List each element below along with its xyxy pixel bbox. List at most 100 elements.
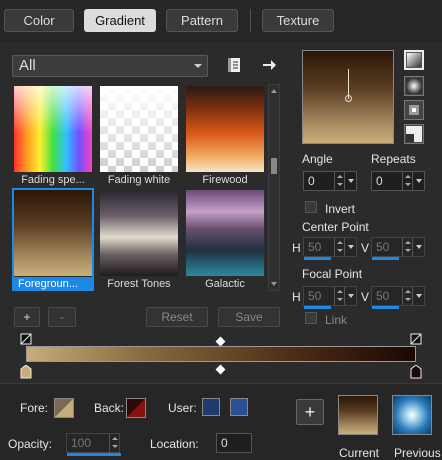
angle-field[interactable]: 0 <box>303 171 357 191</box>
gradient-preview[interactable] <box>302 50 394 144</box>
book-icon[interactable] <box>226 57 242 73</box>
user-color-swatch-2[interactable] <box>230 398 248 416</box>
opacity-stop-end[interactable] <box>410 333 422 345</box>
linear-style-button[interactable] <box>404 50 424 70</box>
gradient-tile-forest-tones[interactable]: Forest Tones <box>98 188 180 291</box>
gradient-tile-foreground-background[interactable]: Foregroun... <box>12 188 94 291</box>
remove-gradient-button[interactable]: - <box>48 307 76 327</box>
stepper-icon[interactable] <box>402 238 412 256</box>
gradient-swatch <box>14 190 92 276</box>
gradient-swatch <box>100 86 178 172</box>
save-button[interactable]: Save <box>218 307 280 327</box>
chevron-down-icon[interactable] <box>412 287 424 305</box>
gradient-label: Galactic <box>205 278 245 290</box>
stepper-icon[interactable] <box>402 287 412 305</box>
repeats-field[interactable]: 0 <box>371 171 425 191</box>
gradient-bar[interactable] <box>26 346 416 362</box>
add-gradient-button[interactable]: + <box>14 307 40 327</box>
center-h-value: 50 <box>308 240 322 254</box>
tab-bar: Color Gradient Pattern Texture <box>0 0 442 42</box>
focal-v-label: V <box>361 290 370 304</box>
stepper-icon[interactable] <box>109 434 119 452</box>
arrow-right-icon[interactable] <box>261 57 277 73</box>
gradient-tile-fading-white[interactable]: Fading white <box>98 84 180 187</box>
gradient-swatch <box>186 86 264 172</box>
gradient-swatch <box>186 190 264 276</box>
opacity-label: Opacity: <box>8 437 53 451</box>
focal-v-slider[interactable] <box>372 306 399 309</box>
chevron-down-icon[interactable] <box>412 238 424 256</box>
sunburst-style-button[interactable] <box>404 124 424 144</box>
link-checkbox[interactable] <box>305 312 317 324</box>
fore-color-swatch[interactable] <box>54 398 74 418</box>
tab-texture[interactable]: Texture <box>262 9 334 32</box>
scroll-thumb[interactable] <box>271 158 277 174</box>
center-h-field[interactable]: 50 <box>303 237 357 260</box>
user-color-swatch-1[interactable] <box>202 398 220 416</box>
tab-color[interactable]: Color <box>4 9 74 32</box>
link-label: Link <box>325 313 348 327</box>
tab-gradient[interactable]: Gradient <box>84 9 156 32</box>
stepper-icon[interactable] <box>334 287 344 305</box>
color-midpoint[interactable] <box>215 364 226 375</box>
chevron-down-icon[interactable] <box>344 238 356 256</box>
opacity-slider[interactable] <box>67 453 121 456</box>
color-stop-start[interactable] <box>20 365 32 379</box>
location-field[interactable]: 0 <box>216 433 252 453</box>
rectangular-style-icon <box>406 102 422 118</box>
location-value: 0 <box>221 436 228 450</box>
current-gradient-tile[interactable] <box>338 395 378 435</box>
gradient-swatch <box>100 190 178 276</box>
category-dropdown[interactable]: All <box>12 55 208 77</box>
chevron-down-icon[interactable] <box>344 287 356 305</box>
focal-h-slider[interactable] <box>304 306 331 309</box>
color-stop-end[interactable] <box>410 365 422 379</box>
opacity-stop-start[interactable] <box>20 333 32 345</box>
gradient-tile-galactic[interactable]: Galactic <box>184 188 266 291</box>
gradient-swatch <box>14 86 92 172</box>
previous-gradient-tile[interactable] <box>392 395 432 435</box>
focal-h-field[interactable]: 50 <box>303 286 357 309</box>
stop-properties-panel: Fore: Back: User: Opacity: 100 Location:… <box>0 383 442 460</box>
gradient-label: Foregroun... <box>12 277 94 291</box>
invert-checkbox[interactable] <box>305 201 317 213</box>
chevron-down-icon <box>194 64 202 68</box>
opacity-midpoint[interactable] <box>215 336 226 347</box>
gradient-list-scrollbar[interactable] <box>268 84 280 291</box>
opacity-field[interactable]: 100 <box>66 433 121 456</box>
repeats-value: 0 <box>376 174 383 188</box>
radial-style-button[interactable] <box>404 76 424 96</box>
gradient-list: Fading spe... Fading white Firewood Fore… <box>12 84 266 291</box>
user-label: User: <box>168 401 197 415</box>
fore-label: Fore: <box>20 401 49 415</box>
scroll-down-icon[interactable] <box>271 282 277 286</box>
gradient-tile-firewood[interactable]: Firewood <box>184 84 266 187</box>
gradient-label: Forest Tones <box>107 278 171 290</box>
chevron-down-icon[interactable] <box>412 172 424 190</box>
chevron-down-icon[interactable] <box>344 172 356 190</box>
center-v-field[interactable]: 50 <box>371 237 425 260</box>
back-color-swatch[interactable] <box>126 398 146 418</box>
stepper-icon[interactable] <box>334 238 344 256</box>
focal-point-label: Focal Point <box>302 267 363 281</box>
category-dropdown-value: All <box>19 57 36 74</box>
stepper-icon[interactable] <box>334 172 344 190</box>
focal-h-label: H <box>292 290 301 304</box>
tab-pattern[interactable]: Pattern <box>166 9 238 32</box>
scroll-up-icon[interactable] <box>271 89 277 93</box>
linear-style-icon <box>407 53 421 67</box>
gradient-label: Firewood <box>202 174 248 186</box>
center-v-value: 50 <box>376 240 390 254</box>
reset-button[interactable]: Reset <box>146 307 208 327</box>
center-v-slider[interactable] <box>372 257 399 260</box>
focal-h-value: 50 <box>308 289 322 303</box>
angle-knob[interactable] <box>345 95 352 102</box>
previous-label: Previous <box>394 446 441 460</box>
focal-v-field[interactable]: 50 <box>371 286 425 309</box>
add-user-color-button[interactable]: + <box>296 399 324 425</box>
radial-style-icon <box>406 78 422 94</box>
rectangular-style-button[interactable] <box>404 100 424 120</box>
stepper-icon[interactable] <box>402 172 412 190</box>
gradient-tile-fading-spectrum[interactable]: Fading spe... <box>12 84 94 187</box>
center-h-slider[interactable] <box>304 257 331 260</box>
